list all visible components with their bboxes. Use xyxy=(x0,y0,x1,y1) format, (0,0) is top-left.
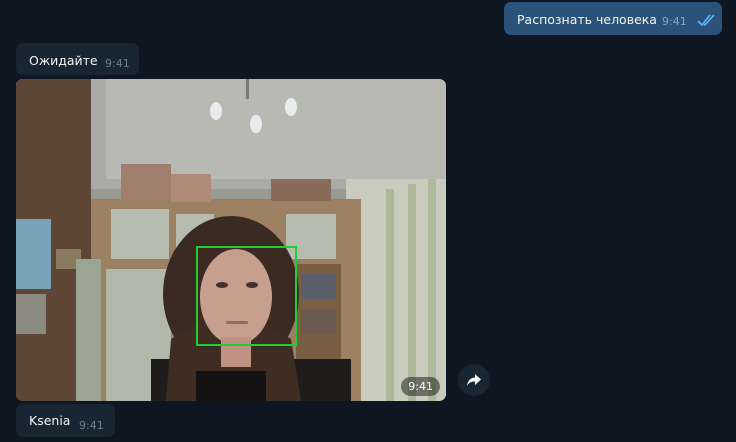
chat-area: Распознать человека 9:41 Ожидайте 9:41 9… xyxy=(0,0,736,442)
message-text: Распознать человека xyxy=(517,12,657,27)
double-check-icon xyxy=(697,14,715,27)
message-text: Ожидайте xyxy=(29,53,98,68)
photo-message[interactable]: 9:41 xyxy=(16,79,446,401)
message-time: 9:41 xyxy=(662,15,687,28)
message-time: 9:41 xyxy=(79,419,104,432)
share-button[interactable] xyxy=(458,364,490,396)
webcam-photo xyxy=(16,79,446,401)
incoming-message-name[interactable]: Ksenia 9:41 xyxy=(16,404,115,437)
photo-time: 9:41 xyxy=(401,377,440,396)
message-time: 9:41 xyxy=(105,57,130,70)
message-text: Ksenia xyxy=(29,413,71,428)
outgoing-message[interactable]: Распознать человека 9:41 xyxy=(504,2,722,35)
incoming-message-wait[interactable]: Ожидайте 9:41 xyxy=(16,43,139,75)
share-arrow-icon xyxy=(467,374,481,386)
